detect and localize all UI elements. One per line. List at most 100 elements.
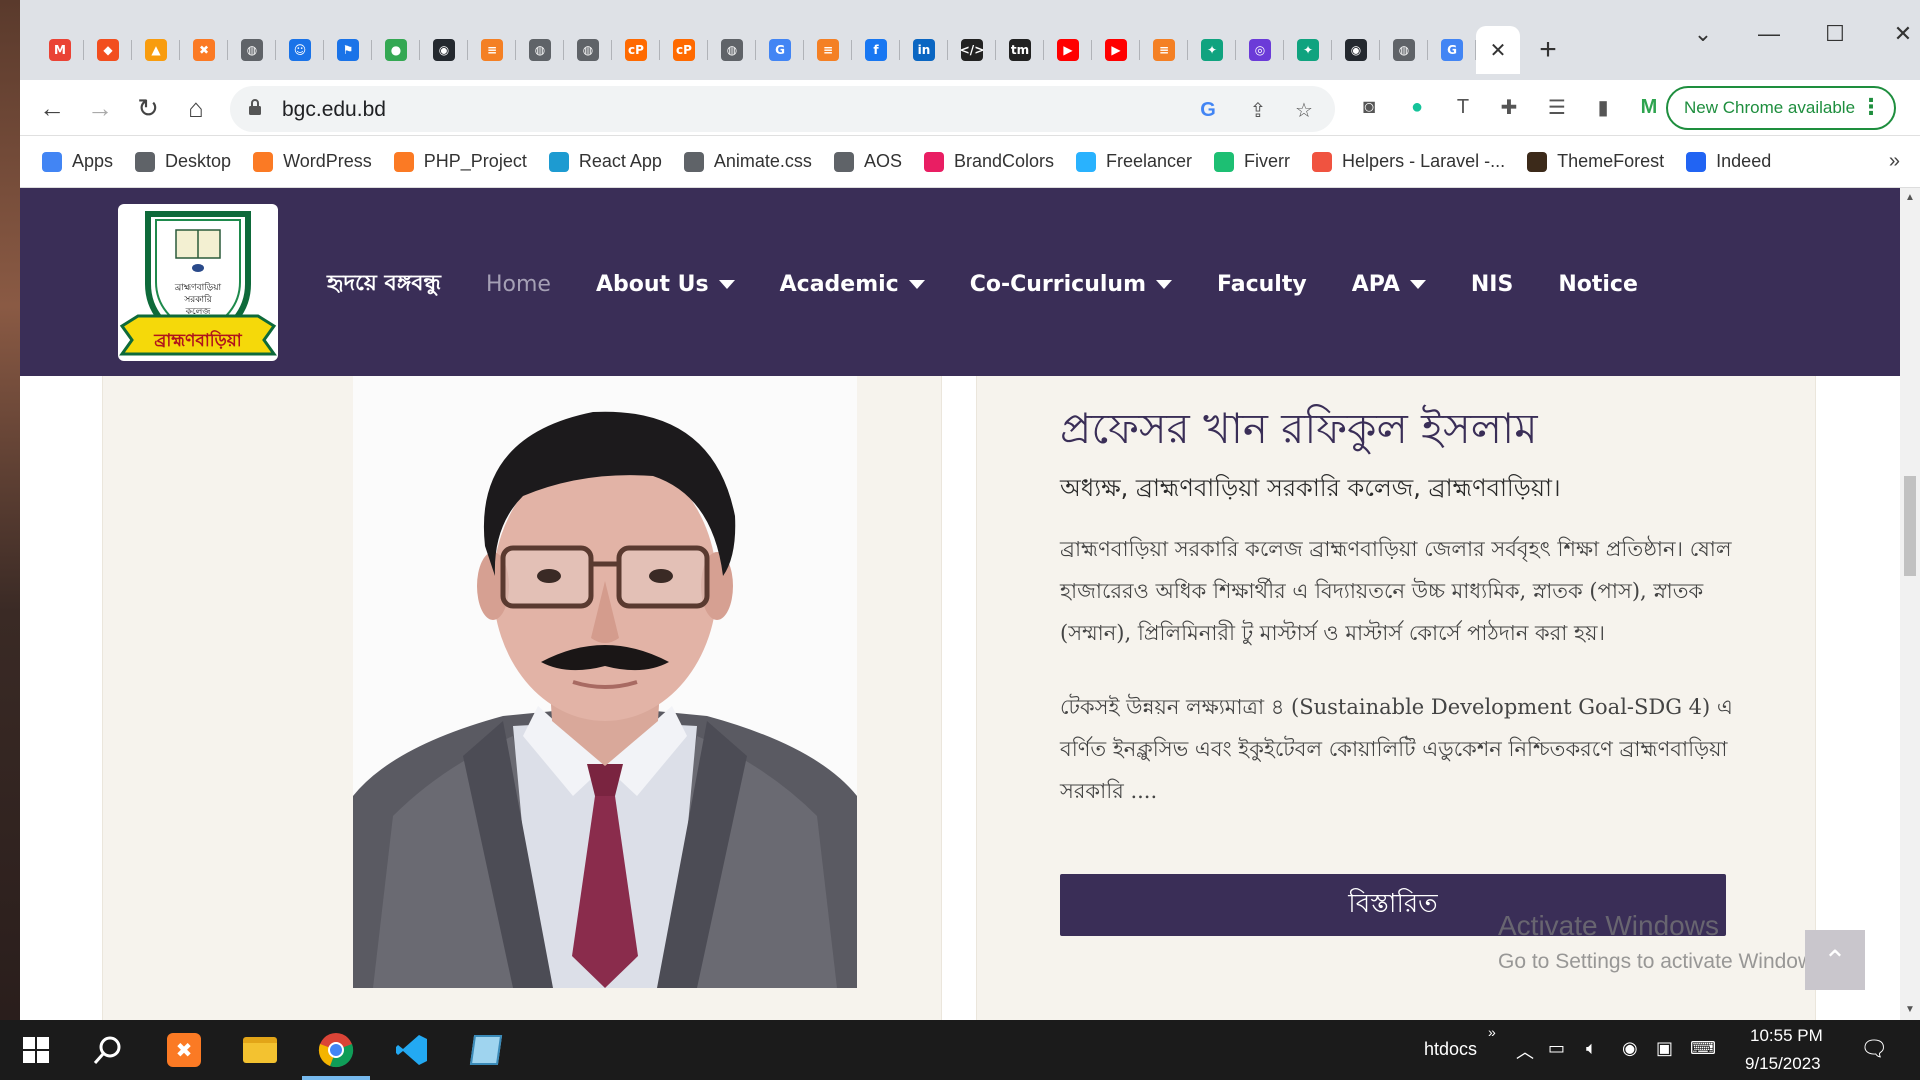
bookmark-star-icon[interactable]: ☆: [1290, 96, 1318, 124]
vscode-icon[interactable]: [388, 1026, 436, 1074]
scroll-down-arrow-icon[interactable]: ▼: [1905, 1004, 1915, 1015]
browser-tab[interactable]: ◍: [564, 26, 612, 74]
nav-item[interactable]: Academic: [780, 272, 925, 297]
chrome-taskbar-icon[interactable]: [312, 1026, 360, 1074]
active-tab[interactable]: ✕: [1476, 26, 1520, 74]
grammarly-icon[interactable]: ●: [1402, 92, 1432, 122]
browser-tab[interactable]: ▲: [132, 26, 180, 74]
bookmark-item[interactable]: Indeed: [1686, 151, 1771, 172]
scrollbar-thumb[interactable]: [1904, 476, 1916, 576]
bookmark-item[interactable]: AOS: [833, 151, 902, 172]
minimize-button[interactable]: —: [1746, 14, 1792, 54]
bookmarks-overflow-icon[interactable]: »: [1889, 150, 1900, 173]
nav-item[interactable]: Notice: [1558, 272, 1638, 297]
bookmark-item[interactable]: Animate.css: [683, 151, 812, 172]
browser-tab[interactable]: ≡: [1140, 26, 1188, 74]
new-chrome-available-button[interactable]: New Chrome available ⋮: [1666, 86, 1896, 130]
bookmark-item[interactable]: Freelancer: [1076, 151, 1192, 172]
bookmark-item[interactable]: Desktop: [135, 151, 231, 172]
chrome-tray-icon[interactable]: ◉: [1622, 1038, 1638, 1059]
browser-tab[interactable]: ●: [372, 26, 420, 74]
browser-tab[interactable]: ▶: [1092, 26, 1140, 74]
nav-item[interactable]: Co-Curriculum: [970, 272, 1172, 297]
xampp-taskbar-icon[interactable]: ✖: [160, 1026, 208, 1074]
nav-item[interactable]: About Us: [596, 272, 735, 297]
browser-tab[interactable]: ≡: [468, 26, 516, 74]
scroll-to-top-button[interactable]: ⌃: [1805, 930, 1865, 990]
browser-tab[interactable]: ✦: [1188, 26, 1236, 74]
camera-icon[interactable]: ◙: [1354, 92, 1384, 122]
bookmark-item[interactable]: BrandColors: [923, 151, 1054, 172]
keyboard-icon[interactable]: ⌨︎: [1690, 1038, 1716, 1059]
browser-tab[interactable]: ▶: [1044, 26, 1092, 74]
page-scrollbar[interactable]: ▲ ▼: [1900, 188, 1920, 1020]
side-panel-icon[interactable]: ▮: [1588, 92, 1618, 122]
new-tab-button[interactable]: +: [1526, 28, 1570, 72]
bookmark-item[interactable]: React App: [548, 151, 662, 172]
browser-tab[interactable]: ✦: [1284, 26, 1332, 74]
browser-tab[interactable]: G: [756, 26, 804, 74]
tray-overflow-chevron-icon[interactable]: ︿: [1516, 1038, 1534, 1064]
browser-tab[interactable]: ✖: [180, 26, 228, 74]
share-icon[interactable]: ⇪: [1244, 96, 1272, 124]
browser-tab[interactable]: ◆: [84, 26, 132, 74]
bookmark-item[interactable]: Helpers - Laravel -...: [1312, 151, 1505, 172]
browser-tab[interactable]: in: [900, 26, 948, 74]
browser-tab[interactable]: M: [36, 26, 84, 74]
browser-tab[interactable]: ◎: [1236, 26, 1284, 74]
google-lens-icon[interactable]: G: [1194, 96, 1222, 124]
close-window-button[interactable]: ✕: [1880, 14, 1920, 54]
browser-tab[interactable]: ◍: [516, 26, 564, 74]
browser-tab[interactable]: ⚑: [324, 26, 372, 74]
browser-tab[interactable]: cP: [660, 26, 708, 74]
file-explorer-icon[interactable]: [236, 1026, 284, 1074]
reload-button[interactable]: ↻: [130, 90, 166, 126]
browser-tab[interactable]: ◍: [228, 26, 276, 74]
battery-icon[interactable]: ▭: [1548, 1038, 1565, 1059]
bookmark-item[interactable]: Fiverr: [1214, 151, 1290, 172]
network-icon[interactable]: ▣: [1656, 1038, 1673, 1059]
back-button[interactable]: ←: [34, 90, 70, 126]
nav-item[interactable]: NIS: [1471, 272, 1513, 297]
browser-tab[interactable]: f: [852, 26, 900, 74]
bookmark-item[interactable]: Apps: [42, 151, 113, 172]
volume-icon[interactable]: 🔈︎: [1586, 1038, 1597, 1059]
address-bar[interactable]: bgc.edu.bd G ⇪ ☆: [230, 86, 1335, 132]
notepad-icon[interactable]: [462, 1026, 510, 1074]
nav-item[interactable]: Home: [486, 272, 551, 297]
tab-search-chevron-icon[interactable]: ⌄: [1680, 14, 1726, 54]
browser-tab[interactable]: ◉: [1332, 26, 1380, 74]
clock-date[interactable]: 9/15/2023: [1745, 1054, 1821, 1074]
maximize-button[interactable]: ☐: [1812, 14, 1858, 54]
browser-tab[interactable]: ◍: [708, 26, 756, 74]
browser-tab[interactable]: G: [1428, 26, 1476, 74]
nav-item[interactable]: APA: [1352, 272, 1426, 297]
scroll-up-arrow-icon[interactable]: ▲: [1905, 192, 1915, 203]
toolbar-expand-icon[interactable]: »: [1488, 1024, 1496, 1040]
browser-tab[interactable]: </>: [948, 26, 996, 74]
bookmark-item[interactable]: PHP_Project: [393, 151, 527, 172]
chrome-menu-icon[interactable]: ⋮: [1860, 94, 1882, 120]
browser-tab[interactable]: ◍: [1380, 26, 1428, 74]
extensions-puzzle-icon[interactable]: ✚: [1494, 92, 1524, 122]
home-button[interactable]: ⌂: [178, 90, 214, 126]
htdocs-toolbar-label[interactable]: htdocs: [1424, 1039, 1477, 1060]
close-tab-icon[interactable]: ✕: [1490, 38, 1507, 63]
search-icon[interactable]: [84, 1026, 132, 1074]
bookmark-item[interactable]: ThemeForest: [1527, 151, 1664, 172]
nav-item[interactable]: Faculty: [1217, 272, 1307, 297]
windows-start-icon[interactable]: [12, 1026, 60, 1074]
browser-tab[interactable]: ◉: [420, 26, 468, 74]
m-extension-icon[interactable]: M: [1634, 92, 1664, 122]
browser-tab[interactable]: ☺: [276, 26, 324, 74]
clock-time[interactable]: 10:55 PM: [1750, 1026, 1823, 1046]
bookmark-item[interactable]: WordPress: [253, 151, 372, 172]
browser-tab[interactable]: cP: [612, 26, 660, 74]
notification-icon[interactable]: 🗨︎: [1860, 1036, 1888, 1062]
reading-list-icon[interactable]: ☰: [1542, 92, 1572, 122]
forward-button[interactable]: →: [82, 90, 118, 126]
font-extension-icon[interactable]: T: [1448, 92, 1478, 122]
browser-tab[interactable]: tm: [996, 26, 1044, 74]
nav-item[interactable]: হৃদয়ে বঙ্গবন্ধু: [327, 266, 441, 303]
browser-tab[interactable]: ≡: [804, 26, 852, 74]
